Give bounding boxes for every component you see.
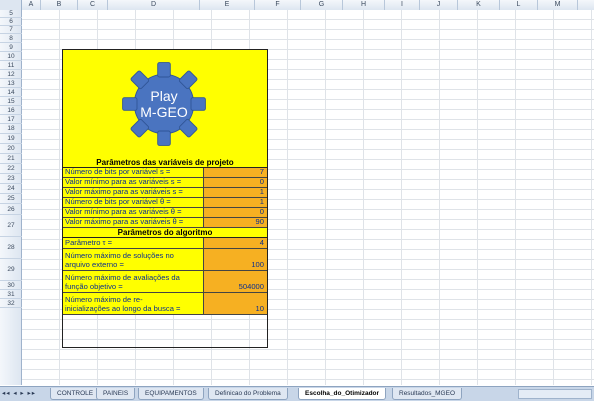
- parameter-value-cell[interactable]: 1: [204, 187, 267, 197]
- row-header-bar: 5 6 7 8 9 10 11 12 13 14 15 16 17 18 19 20 21 22 23 24 25 26 2…: [0, 10, 22, 385]
- row-header-8[interactable]: 8: [0, 34, 22, 43]
- column-header-b[interactable]: B: [41, 0, 78, 10]
- parameter-label[interactable]: Número máximo de avaliações da função ob…: [63, 271, 204, 292]
- column-header-j[interactable]: J: [420, 0, 458, 10]
- column-header-d[interactable]: D: [108, 0, 200, 10]
- row-header-11[interactable]: 11: [0, 61, 22, 70]
- row-header-26[interactable]: 26: [0, 204, 22, 215]
- section-title-algorithm: Parâmetros do algoritmo: [63, 228, 267, 238]
- parameter-row: Número máximo de soluções no arquivo ext…: [63, 249, 267, 271]
- row-header-6[interactable]: 6: [0, 18, 22, 26]
- parameter-value-cell[interactable]: 7: [204, 167, 267, 177]
- parameter-value-cell[interactable]: 4: [204, 238, 267, 248]
- row-header-10[interactable]: 10: [0, 52, 22, 61]
- parameter-label[interactable]: Valor mínimo para as variáveis s =: [63, 177, 204, 187]
- row-header-28[interactable]: 28: [0, 237, 22, 259]
- parameter-value-cell[interactable]: 100: [204, 249, 267, 270]
- column-header-h[interactable]: H: [343, 0, 385, 10]
- parameters-panel: Play M-GEO Parâmetros das variáveis de p…: [62, 49, 268, 348]
- column-header-c[interactable]: C: [78, 0, 108, 10]
- parameter-row: Valor máximo para as variáveis θ = 90: [63, 217, 267, 228]
- row-header-5[interactable]: 5: [0, 10, 22, 18]
- sheet-tab[interactable]: Resultados_MGEO: [392, 388, 462, 400]
- parameter-label[interactable]: Valor máximo para as variáveis s =: [63, 187, 204, 197]
- select-all-corner[interactable]: [0, 0, 22, 10]
- logo-area: Play M-GEO: [63, 50, 267, 159]
- row-header-14[interactable]: 14: [0, 88, 22, 97]
- row-header-25[interactable]: 25: [0, 194, 22, 204]
- parameter-value-cell[interactable]: 0: [204, 207, 267, 217]
- parameter-value-cell[interactable]: 10: [204, 293, 267, 314]
- row-header-23[interactable]: 23: [0, 174, 22, 184]
- column-header-k[interactable]: K: [458, 0, 500, 10]
- parameter-label[interactable]: Parâmetro τ =: [63, 238, 204, 248]
- sheet-tab[interactable]: PAINEIS: [96, 388, 136, 400]
- column-header-m[interactable]: M: [538, 0, 578, 10]
- tab-navigation-arrows[interactable]: ◂◂ ◂ ▸ ▸▸: [2, 389, 36, 397]
- horizontal-scrollbar[interactable]: [518, 389, 592, 399]
- parameter-row: Número máximo de re- inicializações ao l…: [63, 293, 267, 315]
- row-header-15[interactable]: 15: [0, 97, 22, 106]
- row-header-31[interactable]: 31: [0, 290, 22, 299]
- parameter-label[interactable]: Número máximo de re- inicializações ao l…: [63, 293, 204, 314]
- parameter-label[interactable]: Valor máximo para as variáveis θ =: [63, 217, 204, 227]
- sheet-tab[interactable]: Escolha_do_Otimizador: [298, 388, 387, 400]
- row-header-24[interactable]: 24: [0, 184, 22, 194]
- column-header-l[interactable]: L: [500, 0, 538, 10]
- row-header-19[interactable]: 19: [0, 134, 22, 144]
- parameter-label[interactable]: Valor mínimo para as variáveis θ =: [63, 207, 204, 217]
- row-header-7[interactable]: 7: [0, 26, 22, 34]
- column-header-i[interactable]: I: [385, 0, 420, 10]
- row-header-30[interactable]: 30: [0, 281, 22, 290]
- sheet-tab[interactable]: CONTROLE: [50, 388, 101, 400]
- row-header-9[interactable]: 9: [0, 43, 22, 52]
- parameter-value-cell[interactable]: 1: [204, 197, 267, 207]
- sheet-tabs-bar: ◂◂ ◂ ▸ ▸▸ CONTROLE PAINEIS EQUIPAMENTOS Def…: [0, 386, 594, 401]
- parameter-label[interactable]: Número de bits por variável θ =: [63, 197, 204, 207]
- sheet-tab[interactable]: Definicao do Problema: [208, 388, 288, 400]
- row-header-17[interactable]: 17: [0, 115, 22, 124]
- row-header-27[interactable]: 27: [0, 215, 22, 237]
- sheet-tab[interactable]: EQUIPAMENTOS: [138, 388, 204, 400]
- row-header-29[interactable]: 29: [0, 259, 22, 281]
- row-header-12[interactable]: 12: [0, 70, 22, 79]
- gear-icon[interactable]: [119, 56, 209, 152]
- parameter-label[interactable]: Número máximo de soluções no arquivo ext…: [63, 249, 204, 270]
- row-header-20[interactable]: 20: [0, 144, 22, 154]
- row-header-32[interactable]: 32: [0, 299, 22, 308]
- row-header-16[interactable]: 16: [0, 106, 22, 115]
- parameter-value-cell[interactable]: 90: [204, 217, 267, 227]
- row-header-22[interactable]: 22: [0, 164, 22, 174]
- column-header-f[interactable]: F: [255, 0, 301, 10]
- parameter-value-cell[interactable]: 0: [204, 177, 267, 187]
- column-header-a[interactable]: A: [22, 0, 41, 10]
- row-header-18[interactable]: 18: [0, 124, 22, 134]
- column-header-e[interactable]: E: [200, 0, 255, 10]
- parameter-label[interactable]: Número de bits por variável s =: [63, 167, 204, 177]
- parameter-row: Parâmetro τ = 4: [63, 238, 267, 249]
- row-header-13[interactable]: 13: [0, 79, 22, 88]
- row-header-21[interactable]: 21: [0, 154, 22, 164]
- parameter-value-cell[interactable]: 504000: [204, 271, 267, 292]
- column-header-g[interactable]: G: [301, 0, 343, 10]
- parameter-row: Número máximo de avaliações da função ob…: [63, 271, 267, 293]
